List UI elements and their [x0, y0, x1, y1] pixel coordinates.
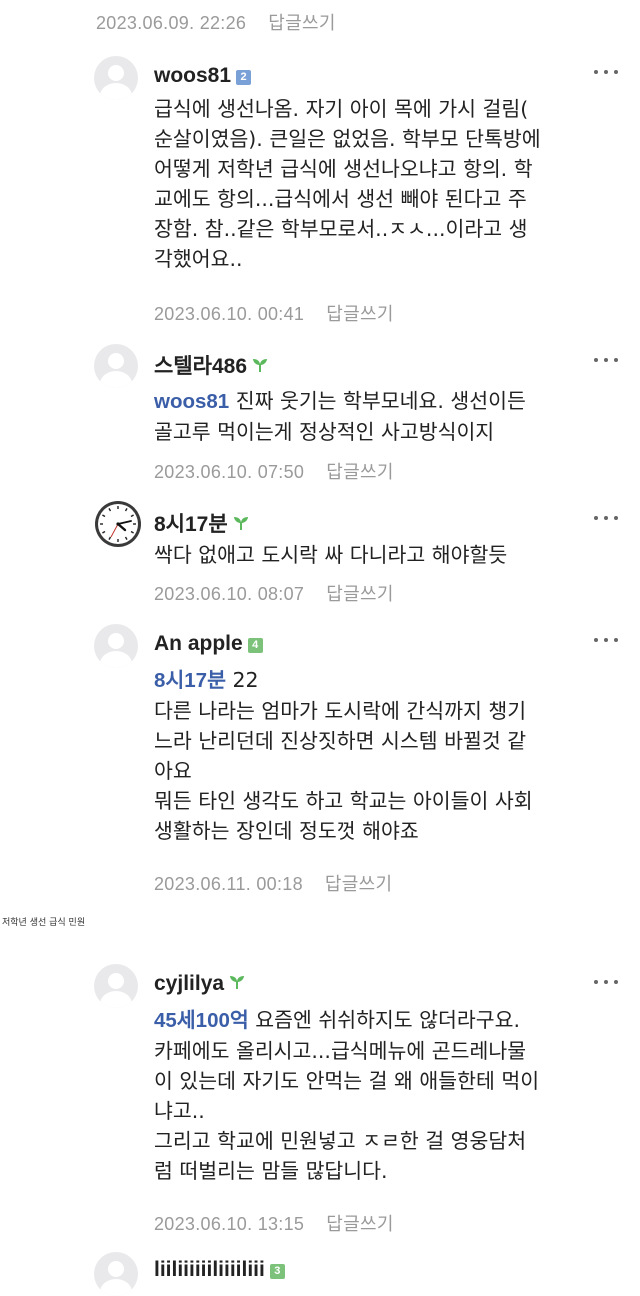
reply-link[interactable]: 답글쓰기: [326, 304, 393, 324]
sprout-icon: [253, 359, 267, 372]
comment-meta: 2023.06.11. 00:18 답글쓰기: [154, 870, 392, 896]
reply-link[interactable]: 답글쓰기: [268, 13, 335, 33]
more-options-icon[interactable]: [594, 978, 620, 986]
comment-text: 8시17분 22 다른 나라는 엄마가 도시락에 간식까지 챙기 느라 난리던데…: [154, 668, 533, 843]
avatar[interactable]: [94, 964, 138, 1008]
comment-author[interactable]: An apple 4: [154, 632, 263, 656]
timestamp: 2023.06.10. 07:50: [154, 462, 305, 482]
level-badge: 3: [269, 1264, 285, 1279]
comment-text: 45세100억 요즘엔 쉬쉬하지도 않더라구요. 카페에도 올리시고...급식메…: [154, 1008, 540, 1183]
comment-author[interactable]: cyjlilya: [154, 972, 245, 996]
comment-meta: 2023.06.10. 13:15 답글쓰기: [154, 1210, 394, 1236]
more-options-icon[interactable]: [594, 514, 620, 522]
author-name[interactable]: 스텔라486: [154, 355, 247, 378]
level-badge: 4: [247, 638, 263, 653]
timestamp: 2023.06.11. 00:18: [154, 874, 303, 894]
sprout-icon: [233, 517, 248, 530]
more-options-icon[interactable]: [594, 636, 620, 644]
avatar[interactable]: [94, 1252, 138, 1296]
comment-text: woos81 진짜 웃기는 학부모네요. 생선이든 골고루 먹이는게 정상적인 …: [154, 389, 526, 444]
mention-link[interactable]: 8시17분: [154, 669, 226, 692]
mention-link[interactable]: woos81: [154, 390, 229, 413]
mention-link[interactable]: 45세100억: [154, 1009, 249, 1032]
comment-meta: 2023.06.09. 22:26 답글쓰기: [96, 9, 336, 35]
clock-avatar-icon[interactable]: [94, 500, 142, 548]
timestamp: 2023.06.09. 22:26: [96, 13, 247, 33]
sprout-icon: [230, 976, 245, 989]
timestamp: 2023.06.10. 00:41: [154, 304, 305, 324]
comment-meta: 2023.06.10. 07:50 답글쓰기: [154, 458, 394, 484]
avatar[interactable]: [94, 56, 138, 100]
comment-meta: 2023.06.10. 08:07 답글쓰기: [154, 580, 394, 606]
reply-link[interactable]: 답글쓰기: [326, 584, 393, 604]
comment-author[interactable]: 스텔라486: [154, 350, 268, 380]
avatar[interactable]: [94, 344, 138, 388]
reply-link[interactable]: 답글쓰기: [326, 1214, 393, 1234]
comment-text: 싹다 없애고 도시락 싸 다니라고 해야할듯: [154, 543, 508, 567]
author-name[interactable]: cyjlilya: [154, 972, 224, 995]
timestamp: 2023.06.10. 08:07: [154, 584, 305, 604]
reply-link[interactable]: 답글쓰기: [325, 874, 392, 894]
comment-author[interactable]: liiliiiiiiliiiiliii 3: [154, 1258, 285, 1282]
image-caption: 저학년 생선 급식 민원: [2, 918, 86, 928]
author-name[interactable]: An apple: [154, 632, 243, 655]
author-name[interactable]: liiliiiiiiliiiiliii: [154, 1258, 265, 1281]
reply-link[interactable]: 답글쓰기: [326, 462, 393, 482]
more-options-icon[interactable]: [594, 68, 620, 76]
more-options-icon[interactable]: [594, 356, 620, 364]
timestamp: 2023.06.10. 13:15: [154, 1214, 305, 1234]
comment-text: 급식에 생선나옴. 자기 아이 목에 가시 걸림( 순살이였음). 큰일은 없었…: [154, 97, 541, 271]
level-badge: 2: [236, 70, 252, 85]
author-name[interactable]: woos81: [154, 64, 231, 87]
comment-meta: 2023.06.10. 00:41 답글쓰기: [154, 300, 394, 326]
comment-author[interactable]: woos81 2: [154, 64, 252, 88]
avatar[interactable]: [94, 624, 138, 668]
comment-author[interactable]: 8시17분: [154, 508, 249, 538]
author-name[interactable]: 8시17분: [154, 513, 228, 536]
